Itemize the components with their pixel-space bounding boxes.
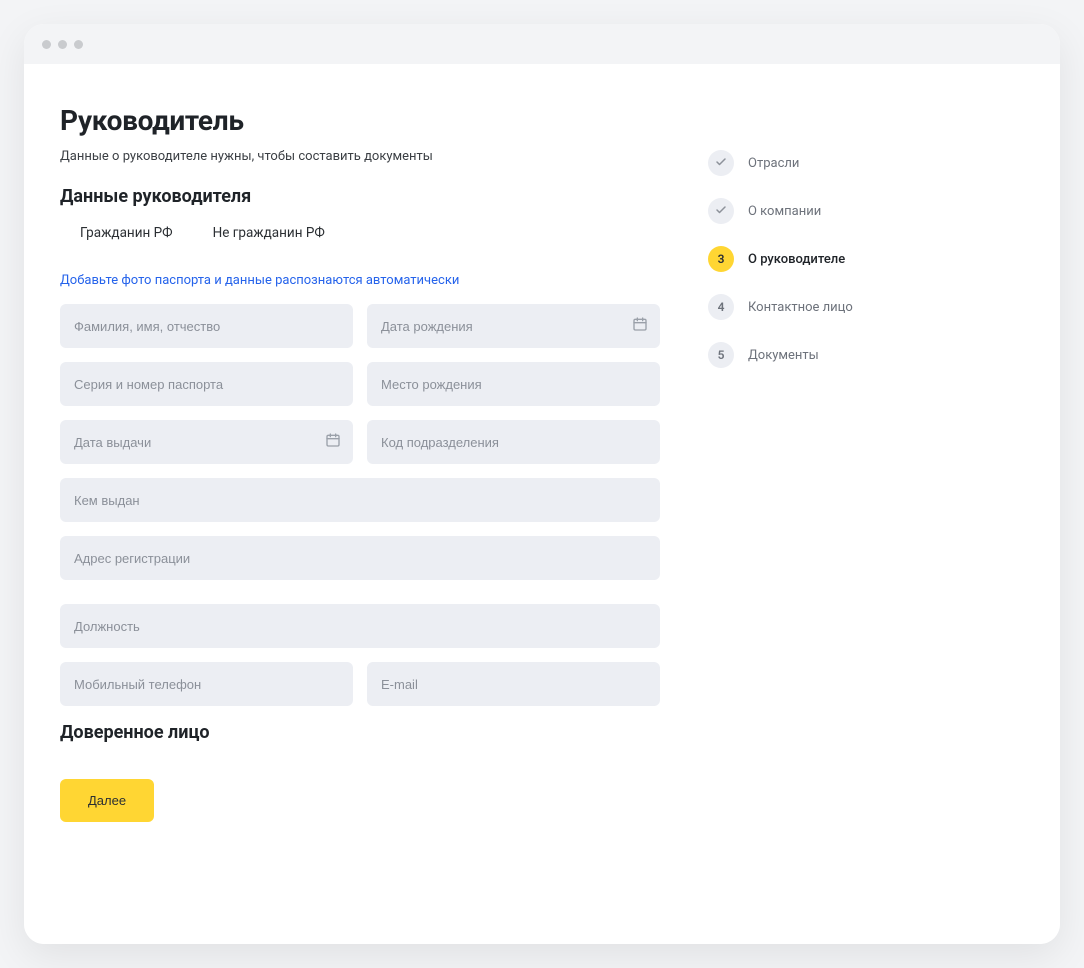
reg-address-input[interactable] — [60, 536, 660, 580]
window-dot-icon — [74, 40, 83, 49]
dept-code-input[interactable] — [367, 420, 660, 464]
tab-non-citizen-rf[interactable]: Не гражданин РФ — [213, 225, 325, 241]
phone-input[interactable] — [60, 662, 353, 706]
issue-date-input[interactable] — [60, 420, 353, 464]
step-circle-done — [708, 198, 734, 224]
page-title: Руководитель — [60, 104, 660, 137]
step-circle-upcoming: 5 — [708, 342, 734, 368]
section-heading-leader-data: Данные руководителя — [60, 186, 660, 207]
tab-citizen-rf[interactable]: Гражданин РФ — [80, 225, 173, 241]
next-button[interactable]: Далее — [60, 779, 154, 822]
step-label: Контактное лицо — [748, 300, 853, 315]
step-about-leader[interactable]: 3 О руководителе — [708, 246, 978, 272]
upload-passport-link[interactable]: Добавьте фото паспорта и данные распозна… — [60, 273, 459, 288]
step-label: О компании — [748, 204, 821, 219]
section-heading-trusted-person: Доверенное лицо — [60, 722, 660, 743]
step-label: Документы — [748, 348, 819, 363]
dob-input[interactable] — [367, 304, 660, 348]
browser-titlebar — [24, 24, 1060, 64]
citizenship-tabs: Гражданин РФ Не гражданин РФ — [60, 225, 660, 241]
step-about-company[interactable]: О компании — [708, 198, 978, 224]
step-industries[interactable]: Отрасли — [708, 150, 978, 176]
step-circle-active: 3 — [708, 246, 734, 272]
window-dot-icon — [42, 40, 51, 49]
page-subtitle: Данные о руководителе нужны, чтобы соста… — [60, 149, 660, 164]
step-circle-done — [708, 150, 734, 176]
step-circle-upcoming: 4 — [708, 294, 734, 320]
check-icon — [715, 156, 727, 171]
step-label: Отрасли — [748, 156, 799, 171]
passport-sn-input[interactable] — [60, 362, 353, 406]
browser-frame: Руководитель Данные о руководителе нужны… — [24, 24, 1060, 944]
check-icon — [715, 204, 727, 219]
email-input[interactable] — [367, 662, 660, 706]
step-contact-person[interactable]: 4 Контактное лицо — [708, 294, 978, 320]
fio-input[interactable] — [60, 304, 353, 348]
position-input[interactable] — [60, 604, 660, 648]
steps-sidebar: Отрасли О компании 3 О руководителе 4 Ко… — [708, 104, 978, 908]
pob-input[interactable] — [367, 362, 660, 406]
issued-by-input[interactable] — [60, 478, 660, 522]
page-content: Руководитель Данные о руководителе нужны… — [24, 64, 1060, 944]
step-documents[interactable]: 5 Документы — [708, 342, 978, 368]
main-column: Руководитель Данные о руководителе нужны… — [60, 104, 660, 908]
window-dot-icon — [58, 40, 67, 49]
step-label: О руководителе — [748, 252, 845, 267]
